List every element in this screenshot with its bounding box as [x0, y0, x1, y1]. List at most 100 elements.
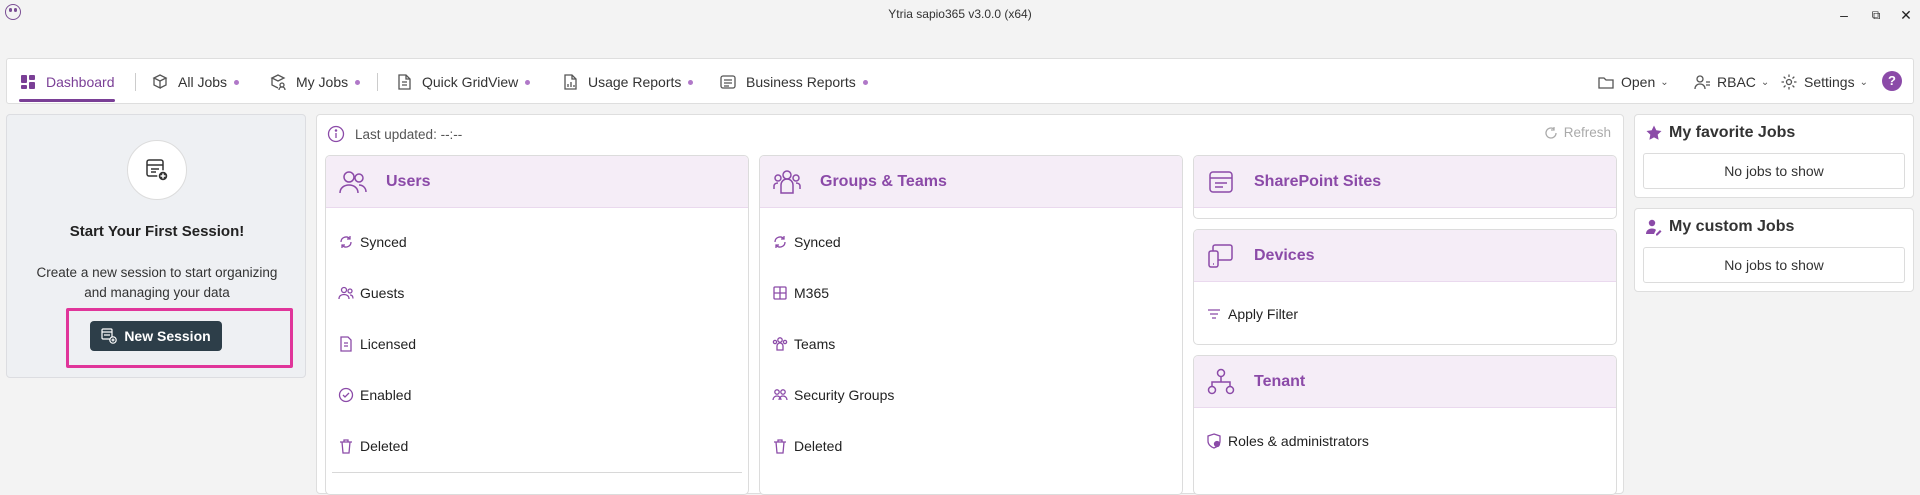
status-dot: [525, 79, 531, 85]
help-button[interactable]: ?: [1882, 71, 1902, 91]
chevron-down-icon: ⌄: [1660, 76, 1669, 88]
title-bar: Ytria sapio365 v3.0.0 (x64) – ⧉ ✕: [0, 0, 1920, 30]
item-label: Synced: [360, 234, 407, 250]
users-deleted[interactable]: Deleted: [338, 438, 408, 454]
usage-reports-icon: [561, 73, 579, 91]
tab-usage-reports[interactable]: Usage Reports: [561, 59, 694, 105]
business-reports-icon: [719, 73, 737, 91]
sharepoint-card: SharePoint Sites: [1193, 155, 1617, 219]
favorite-jobs-panel: My favorite Jobs No jobs to show: [1634, 114, 1914, 198]
close-button[interactable]: ✕: [1894, 5, 1918, 25]
quick-gridview-icon: [395, 73, 413, 91]
custom-jobs-panel: My custom Jobs No jobs to show: [1634, 208, 1914, 292]
item-label: Guests: [360, 285, 405, 301]
folder-icon: [1597, 73, 1615, 91]
minimize-button[interactable]: –: [1832, 5, 1856, 25]
favorite-jobs-label: My favorite Jobs: [1669, 124, 1796, 141]
shield-icon: [1206, 433, 1222, 449]
last-updated-text: Last updated: --:--: [355, 126, 463, 142]
refresh-button[interactable]: Refresh: [1544, 125, 1611, 140]
users-licensed[interactable]: Licensed: [338, 336, 416, 352]
check-circle-icon: [338, 387, 354, 403]
new-session-icon: [127, 140, 187, 200]
item-label: Deleted: [794, 438, 843, 454]
rbac-icon: [1693, 73, 1711, 91]
tab-usage-reports-label: Usage Reports: [588, 74, 682, 90]
restore-button[interactable]: ⧉: [1864, 5, 1888, 25]
window-title: Ytria sapio365 v3.0.0 (x64): [888, 7, 1032, 21]
settings-label: Settings: [1804, 74, 1855, 90]
last-updated: Last updated: --:--: [327, 125, 462, 143]
groups-teams[interactable]: Teams: [772, 336, 835, 352]
security-groups-icon: [772, 387, 788, 403]
m365-icon: [772, 285, 788, 301]
tab-dashboard-label: Dashboard: [46, 74, 115, 90]
groups-card-header[interactable]: Groups & Teams: [760, 156, 1182, 208]
groups-security[interactable]: Security Groups: [772, 387, 894, 403]
users-enabled[interactable]: Enabled: [338, 387, 411, 403]
status-dot: [688, 79, 694, 85]
devices-card-header[interactable]: Devices: [1194, 230, 1616, 282]
nav-divider: [135, 73, 136, 91]
sharepoint-icon: [1206, 167, 1236, 197]
groups-card: Groups & Teams Synced M365 Teams Securit…: [759, 155, 1183, 495]
tenant-card-title: Tenant: [1254, 372, 1306, 390]
item-label: M365: [794, 285, 830, 301]
tenant-card: Tenant Roles & administrators: [1193, 355, 1617, 495]
sharepoint-card-header[interactable]: SharePoint Sites: [1194, 156, 1616, 208]
tab-all-jobs[interactable]: All Jobs: [151, 59, 240, 105]
tenant-roles[interactable]: Roles & administrators: [1206, 433, 1369, 449]
sync-icon: [338, 234, 354, 250]
tab-business-reports-label: Business Reports: [746, 74, 856, 90]
session-title: Start Your First Session!: [69, 223, 245, 240]
tab-quick-gridview[interactable]: Quick GridView: [395, 59, 531, 105]
users-guests[interactable]: Guests: [338, 285, 404, 301]
tab-quick-gridview-label: Quick GridView: [422, 74, 519, 90]
groups-icon: [772, 167, 802, 197]
settings-dropdown[interactable]: Settings ⌄: [1780, 59, 1868, 105]
tab-business-reports[interactable]: Business Reports: [719, 59, 868, 105]
groups-synced[interactable]: Synced: [772, 234, 841, 250]
guests-icon: [338, 285, 354, 301]
new-session-icon: [101, 328, 118, 344]
tab-my-jobs[interactable]: My Jobs: [269, 59, 361, 105]
custom-jobs-empty: No jobs to show: [1643, 247, 1905, 283]
users-card-header[interactable]: Users: [326, 156, 748, 208]
open-label: Open: [1621, 74, 1656, 90]
tenant-card-header[interactable]: Tenant: [1194, 356, 1616, 408]
chevron-down-icon: ⌄: [1859, 76, 1868, 88]
item-label: Licensed: [360, 336, 417, 352]
filter-icon: [1206, 306, 1222, 322]
groups-deleted[interactable]: Deleted: [772, 438, 842, 454]
star-icon: [1645, 124, 1663, 142]
groups-card-title: Groups & Teams: [820, 172, 947, 190]
trash-icon: [772, 438, 788, 454]
status-dot: [234, 79, 240, 85]
devices-card: Devices Apply Filter: [1193, 229, 1617, 345]
my-jobs-icon: [269, 73, 287, 91]
item-label: Roles & administrators: [1228, 433, 1369, 449]
teams-icon: [772, 336, 788, 352]
gear-icon: [1780, 73, 1798, 91]
rbac-dropdown[interactable]: RBAC ⌄: [1693, 59, 1769, 105]
item-label: Enabled: [360, 387, 412, 403]
devices-apply-filter[interactable]: Apply Filter: [1206, 306, 1298, 322]
tenant-icon: [1206, 367, 1236, 397]
nav-divider: [377, 73, 378, 91]
groups-m365[interactable]: M365: [772, 285, 829, 301]
devices-card-title: Devices: [1254, 246, 1315, 264]
dashboard-main: Last updated: --:-- Refresh Users Synced…: [316, 114, 1624, 495]
custom-jobs-icon: [1645, 218, 1663, 236]
tab-dashboard[interactable]: Dashboard: [19, 59, 115, 105]
new-session-button[interactable]: New Session: [90, 321, 222, 351]
open-dropdown[interactable]: Open ⌄: [1597, 59, 1669, 105]
favorite-jobs-title: My favorite Jobs: [1645, 124, 1795, 142]
users-synced[interactable]: Synced: [338, 234, 407, 250]
refresh-icon: [1544, 126, 1558, 140]
rbac-label: RBAC: [1717, 74, 1756, 90]
session-description: Create a new session to start organizing…: [36, 265, 278, 300]
first-session-panel: Start Your First Session! Create a new s…: [6, 114, 306, 378]
tab-all-jobs-label: All Jobs: [178, 74, 228, 90]
sync-icon: [772, 234, 788, 250]
dashboard-icon: [19, 73, 37, 91]
